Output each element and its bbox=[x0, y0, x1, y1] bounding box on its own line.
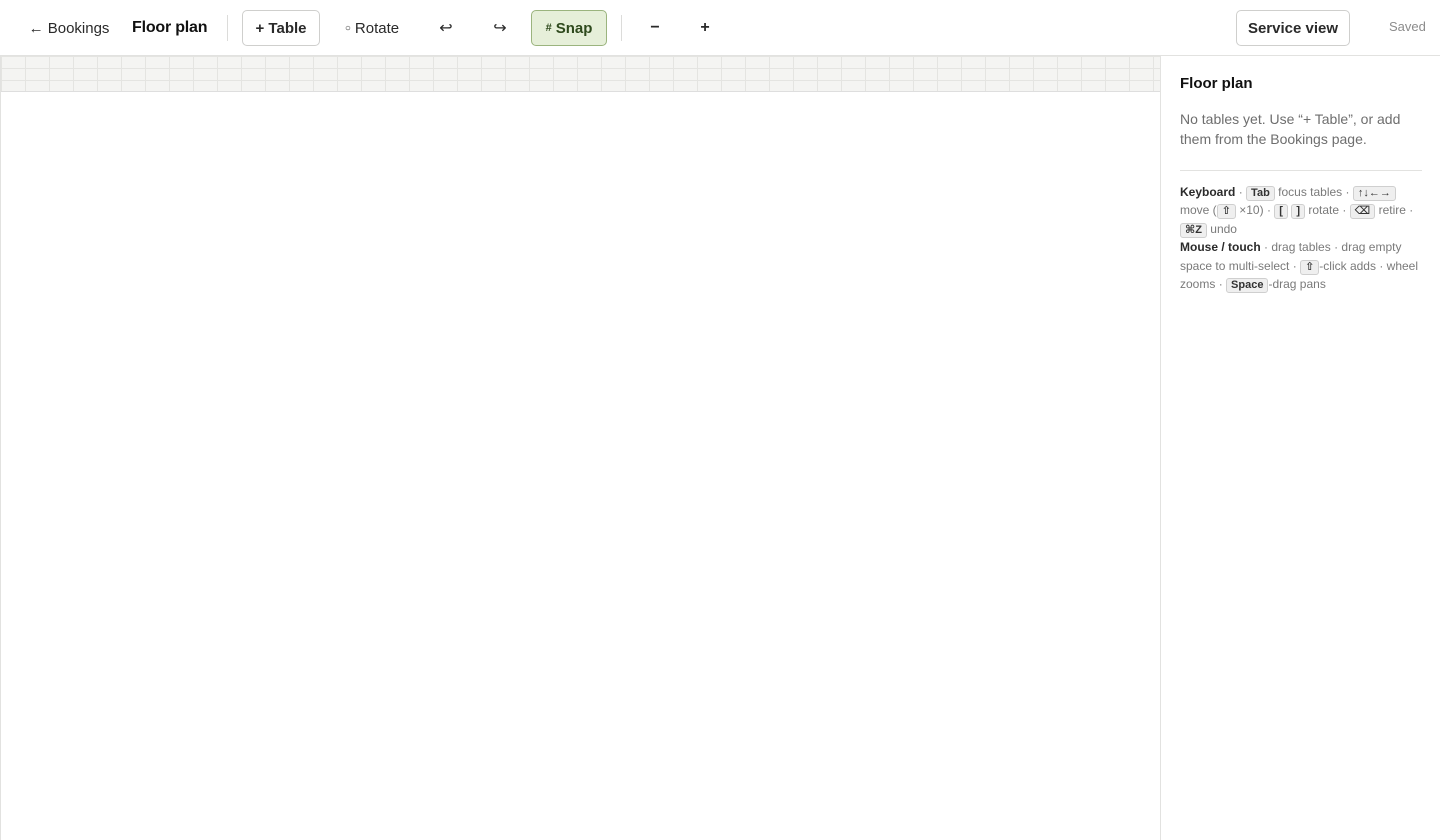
undo-key: ⌘Z bbox=[1180, 222, 1207, 238]
snap-toggle[interactable]: # Snap bbox=[531, 10, 607, 46]
panel-title: Floor plan bbox=[1180, 75, 1253, 92]
zoom-in-button[interactable]: + bbox=[690, 10, 720, 46]
separator: · bbox=[1345, 185, 1350, 199]
inspector-panel: Floor plan No tables yet. Use “+ Table”,… bbox=[1160, 56, 1440, 840]
rotate-button[interactable]: ○ Rotate bbox=[335, 10, 409, 46]
floor-plan-canvas[interactable] bbox=[0, 56, 1160, 840]
separator: · bbox=[1264, 240, 1269, 255]
separator: · bbox=[1342, 203, 1347, 218]
separator: · bbox=[1218, 277, 1223, 292]
redo-icon: ↪ bbox=[493, 20, 507, 37]
bracket-left-key: [ bbox=[1274, 204, 1288, 220]
space-key: Space bbox=[1226, 278, 1269, 294]
help-text: retire bbox=[1378, 203, 1406, 218]
service-view-button[interactable]: Service view bbox=[1236, 10, 1350, 46]
backspace-key: ⌫ bbox=[1349, 204, 1376, 220]
grid-strip bbox=[1, 56, 1160, 92]
add-table-button[interactable]: + Table bbox=[242, 10, 320, 46]
shift-key: ⇧ bbox=[1300, 259, 1320, 275]
help-text: -click adds bbox=[1319, 258, 1376, 273]
separator: · bbox=[1292, 258, 1297, 273]
keyboard-heading: Keyboard bbox=[1180, 185, 1236, 199]
mouse-heading: Mouse / touch bbox=[1180, 240, 1261, 255]
help-text: -drag pans bbox=[1268, 277, 1326, 292]
empty-state-text: No tables yet. Use “+ Table”, or add the… bbox=[1180, 111, 1401, 147]
snap-label: Snap bbox=[555, 19, 593, 37]
help-text: drag tables bbox=[1271, 240, 1331, 255]
help-text: ×10) bbox=[1239, 203, 1264, 218]
undo-icon: ↩ bbox=[439, 20, 453, 37]
separator: · bbox=[1334, 240, 1339, 255]
separator: · bbox=[1379, 258, 1384, 273]
separator: · bbox=[1238, 185, 1243, 199]
mouse-help: Mouse / touch · drag tables · drag empty… bbox=[1180, 238, 1422, 294]
shift-key: ⇧ bbox=[1216, 204, 1236, 220]
help-text: undo bbox=[1210, 221, 1237, 236]
back-to-bookings-link[interactable]: ← Bookings bbox=[20, 10, 118, 46]
grid-icon: # bbox=[545, 22, 552, 34]
separator: · bbox=[1266, 203, 1271, 218]
toolbar-divider bbox=[227, 15, 228, 41]
page-title: Floor plan bbox=[132, 19, 208, 36]
separator: · bbox=[1409, 203, 1414, 218]
undo-button[interactable]: ↩ bbox=[430, 10, 462, 46]
help-text: rotate bbox=[1308, 203, 1340, 218]
shortcut-help: Keyboard · Tab focus tables · ↑↓←→ move … bbox=[1180, 183, 1422, 294]
keyboard-help: Keyboard · Tab focus tables · ↑↓←→ move … bbox=[1180, 183, 1422, 238]
help-text: move ( bbox=[1180, 203, 1217, 218]
toolbar: ← Bookings Floor plan + Table ○ Rotate ↩… bbox=[0, 0, 1440, 56]
rotate-icon: ○ bbox=[344, 22, 351, 34]
tab-key: Tab bbox=[1246, 186, 1275, 201]
redo-button[interactable]: ↪ bbox=[484, 10, 516, 46]
zoom-out-button[interactable]: − bbox=[640, 10, 670, 46]
toolbar-divider bbox=[621, 15, 622, 41]
rotate-label: Rotate bbox=[354, 19, 400, 37]
bracket-right-key: ] bbox=[1291, 204, 1305, 220]
panel-divider bbox=[1180, 170, 1422, 171]
arrow-keys: ↑↓←→ bbox=[1352, 186, 1396, 201]
help-text: focus tables bbox=[1278, 185, 1343, 199]
save-status: Saved bbox=[1389, 19, 1426, 34]
